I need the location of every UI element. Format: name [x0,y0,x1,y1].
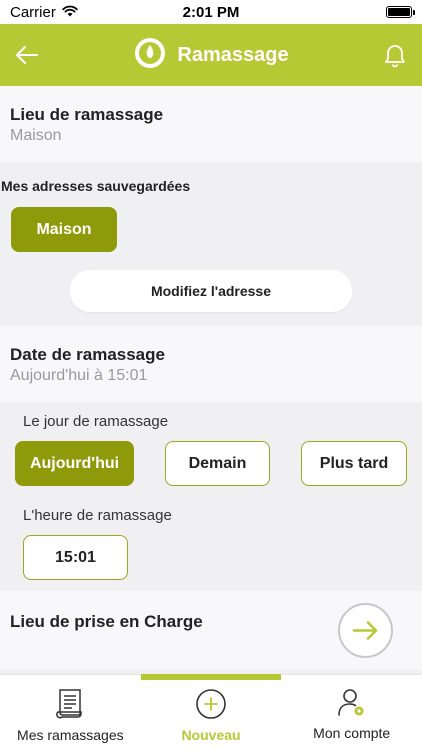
next-button[interactable] [337,602,394,659]
user-icon [337,689,364,716]
notifications-button[interactable] [380,41,410,71]
tab-label-nouveau: Nouveau [181,727,241,743]
plus-circle-icon [196,689,226,719]
pickup-location-title: Lieu de ramassage [10,105,164,124]
tab-label-mon-compte: Mon compte [313,725,391,741]
active-tab-indicator [140,674,282,680]
day-option-tomorrow[interactable]: Demain [165,441,270,486]
receipt-icon [56,689,83,719]
hour-picker-button[interactable]: 15:01 [23,535,128,580]
tab-mon-compte[interactable]: Mon compte [281,675,422,750]
hour-label: L'heure de ramassage [23,507,172,524]
tab-label-mes-ramassages: Mes ramassages [17,727,124,743]
pickup-location-value: Maison [10,127,62,144]
saved-address-maison-button[interactable]: Maison [11,207,117,252]
battery-icon [386,6,415,18]
pickup-date-value: Aujourd'hui à 15:01 [10,367,148,384]
logo-icon [133,36,167,75]
bell-icon [385,45,405,68]
back-button[interactable] [12,41,42,69]
modify-address-button[interactable]: Modifiez l'adresse [70,270,352,312]
carrier-label: Carrier [10,3,56,21]
arrow-left-icon [16,46,38,64]
arrow-right-circle-icon [338,603,393,658]
tab-mes-ramassages[interactable]: Mes ramassages [0,675,141,750]
pickup-date-section[interactable]: Date de ramassage Aujourd'hui à 15:01 [0,326,422,402]
app-header: Ramassage [0,24,422,86]
status-bar: Carrier 2:01 PM [0,0,422,24]
day-option-later[interactable]: Plus tard [301,441,407,486]
day-option-today[interactable]: Aujourd'hui [15,441,134,486]
pickup-location-section[interactable]: Lieu de ramassage Maison [0,86,422,162]
tab-bar: Mes ramassages Nouveau Mon compte [0,674,422,750]
day-label: Le jour de ramassage [23,413,169,430]
tab-nouveau[interactable]: Nouveau [140,674,282,750]
saved-addresses-label: Mes adresses sauvegardées [1,178,191,194]
wifi-icon [62,4,78,21]
page-title: Ramassage [177,43,289,66]
pickup-date-title: Date de ramassage [10,345,165,364]
